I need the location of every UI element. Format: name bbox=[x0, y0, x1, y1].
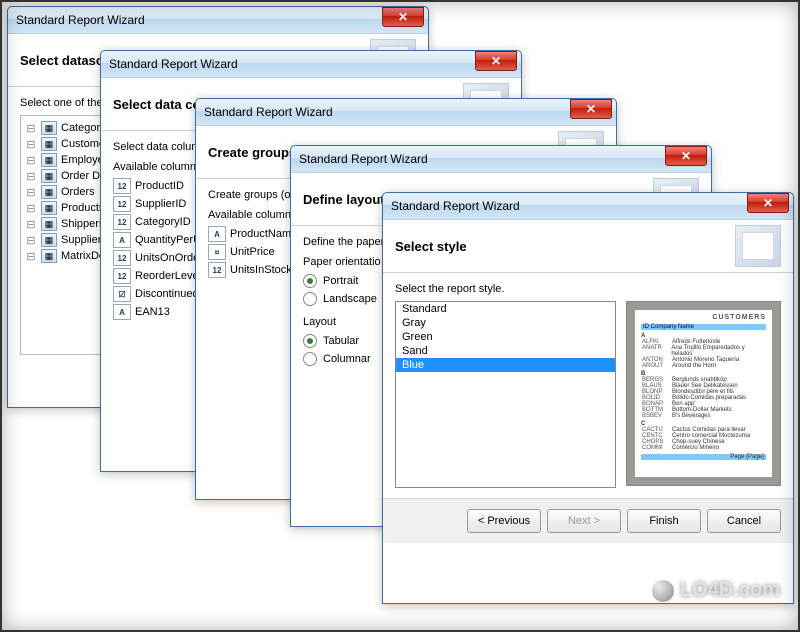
table-icon: ▦ bbox=[41, 153, 57, 167]
column-type-icon: ☑ bbox=[113, 286, 131, 302]
previous-button[interactable]: < Previous bbox=[467, 509, 541, 533]
style-option[interactable]: Standard bbox=[396, 302, 615, 316]
column-type-icon: A bbox=[113, 304, 131, 320]
style-option[interactable]: Gray bbox=[396, 316, 615, 330]
column-type-icon: A bbox=[113, 232, 131, 248]
preview-title: CUSTOMERS bbox=[641, 314, 766, 321]
window-title: Standard Report Wizard bbox=[204, 105, 570, 119]
preview-footer: Page {Page} bbox=[641, 454, 766, 460]
wizard-window-style: Standard Report Wizard ✕ Select style Se… bbox=[382, 192, 794, 604]
finish-button[interactable]: Finish bbox=[627, 509, 701, 533]
style-option[interactable]: Sand bbox=[396, 344, 615, 358]
radio-icon bbox=[303, 292, 317, 306]
style-option[interactable]: Blue bbox=[396, 358, 615, 372]
button-row: < Previous Next > Finish Cancel bbox=[383, 498, 793, 543]
report-icon bbox=[735, 225, 781, 267]
column-type-icon: 12 bbox=[113, 268, 131, 284]
step-heading: Select style bbox=[395, 239, 467, 254]
prompt-label: Select the report style. bbox=[395, 283, 781, 295]
tree-connector-icon: ⊟ bbox=[25, 138, 37, 151]
titlebar[interactable]: Standard Report Wizard ✕ bbox=[101, 51, 521, 78]
tree-connector-icon: ⊟ bbox=[25, 218, 37, 231]
window-title: Standard Report Wizard bbox=[16, 13, 382, 27]
radio-icon bbox=[303, 352, 317, 366]
tree-connector-icon: ⊟ bbox=[25, 170, 37, 183]
window-title: Standard Report Wizard bbox=[109, 57, 475, 71]
close-icon[interactable]: ✕ bbox=[382, 7, 424, 27]
close-icon[interactable]: ✕ bbox=[475, 51, 517, 71]
titlebar[interactable]: Standard Report Wizard ✕ bbox=[196, 99, 616, 126]
window-title: Standard Report Wizard bbox=[391, 199, 747, 213]
style-preview: CUSTOMERSID Company NameAALFKIAlfreds Fu… bbox=[626, 301, 781, 486]
close-icon[interactable]: ✕ bbox=[665, 146, 707, 166]
table-icon: ▦ bbox=[41, 249, 57, 263]
table-icon: ▦ bbox=[41, 169, 57, 183]
column-type-icon: 12 bbox=[113, 178, 131, 194]
table-icon: ▦ bbox=[41, 185, 57, 199]
table-icon: ▦ bbox=[41, 137, 57, 151]
column-type-icon: 12 bbox=[113, 250, 131, 266]
preview-header: ID Company Name bbox=[641, 324, 766, 330]
style-option[interactable]: Green bbox=[396, 330, 615, 344]
tree-connector-icon: ⊟ bbox=[25, 122, 37, 135]
step-heading: Define layout bbox=[303, 192, 385, 207]
preview-row: BSBEVB's Beverages bbox=[641, 413, 766, 419]
column-type-icon: 12 bbox=[113, 196, 131, 212]
cancel-button[interactable]: Cancel bbox=[707, 509, 781, 533]
preview-row: COMMIComércio Mineiro bbox=[641, 445, 766, 451]
window-title: Standard Report Wizard bbox=[299, 152, 665, 166]
tree-connector-icon: ⊟ bbox=[25, 154, 37, 167]
titlebar[interactable]: Standard Report Wizard ✕ bbox=[383, 193, 793, 220]
column-type-icon: 12 bbox=[208, 262, 226, 278]
tree-connector-icon: ⊟ bbox=[25, 234, 37, 247]
close-icon[interactable]: ✕ bbox=[747, 193, 789, 213]
style-listbox[interactable]: StandardGrayGreenSandBlue bbox=[395, 301, 616, 488]
table-icon: ▦ bbox=[41, 201, 57, 215]
table-icon: ▦ bbox=[41, 121, 57, 135]
radio-icon bbox=[303, 274, 317, 288]
tree-connector-icon: ⊟ bbox=[25, 250, 37, 263]
tree-connector-icon: ⊟ bbox=[25, 202, 37, 215]
table-icon: ▦ bbox=[41, 233, 57, 247]
radio-icon bbox=[303, 334, 317, 348]
close-icon[interactable]: ✕ bbox=[570, 99, 612, 119]
titlebar[interactable]: Standard Report Wizard ✕ bbox=[8, 7, 428, 34]
tree-connector-icon: ⊟ bbox=[25, 186, 37, 199]
table-icon: ▦ bbox=[41, 217, 57, 231]
column-type-icon: ¤ bbox=[208, 244, 226, 260]
column-type-icon: 12 bbox=[113, 214, 131, 230]
next-button[interactable]: Next > bbox=[547, 509, 621, 533]
titlebar[interactable]: Standard Report Wizard ✕ bbox=[291, 146, 711, 173]
column-type-icon: A bbox=[208, 226, 226, 242]
preview-row: AROUTAround the Horn bbox=[641, 363, 766, 369]
preview-row: ANATRAna Trujillo Emparedados y helados bbox=[641, 345, 766, 357]
step-heading: Create groups bbox=[208, 145, 296, 160]
